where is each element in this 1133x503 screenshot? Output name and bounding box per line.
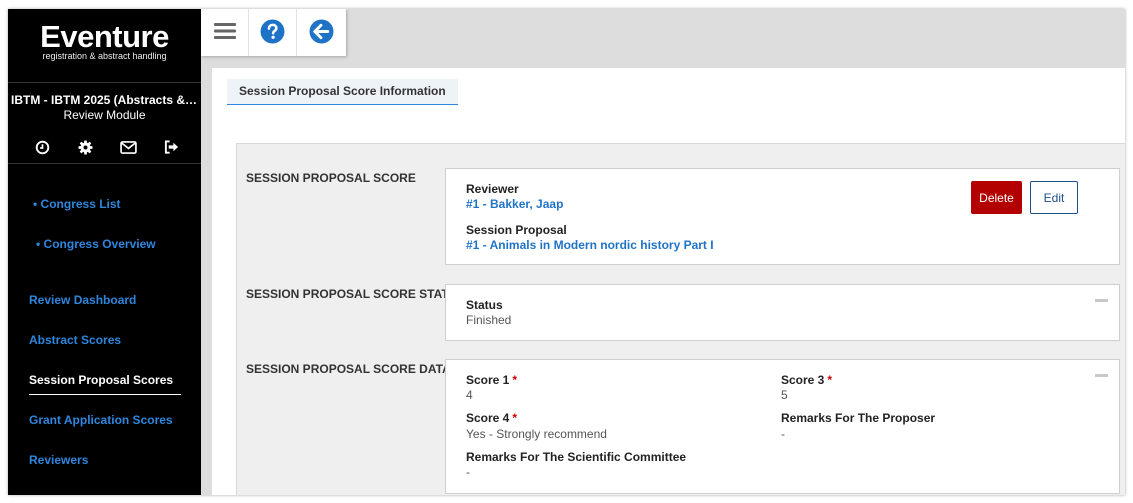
module-name: Review Module [63, 108, 146, 122]
sidebar-item-review-dashboard[interactable]: Review Dashboard [29, 293, 136, 307]
remarks-committee-label: Remarks For The Scientific Committee [466, 450, 687, 464]
back-button[interactable] [297, 9, 345, 56]
edit-button[interactable]: Edit [1030, 181, 1078, 214]
menu-icon [213, 22, 236, 43]
score-4-label-text: Score 4 [466, 411, 510, 425]
sign-out-icon[interactable] [162, 137, 182, 157]
sidebar: Eventure registration & abstract handlin… [8, 9, 201, 495]
logo-subtitle: registration & abstract handling [42, 51, 167, 61]
status-value: Finished [466, 313, 512, 327]
collapse-icon[interactable] [1095, 374, 1108, 377]
required-marker: * [827, 373, 833, 387]
score-3-label: Score 3 * [781, 373, 832, 387]
gear-icon[interactable] [75, 137, 95, 157]
sidebar-item-session-proposal-scores[interactable]: Session Proposal Scores [29, 373, 173, 387]
score-4-label: Score 4 * [466, 411, 517, 425]
logo-title: Eventure [40, 19, 169, 54]
menu-button[interactable] [201, 9, 249, 56]
section-label-status: SESSION PROPOSAL SCORE STATUS [246, 287, 466, 301]
remarks-proposer-value: - [781, 427, 785, 441]
active-indicator [29, 394, 181, 395]
score-1-label-text: Score 1 [466, 373, 510, 387]
app-window: Eventure registration & abstract handlin… [8, 9, 1125, 495]
score-1-value: 4 [466, 388, 473, 402]
divider [8, 82, 201, 83]
clock-icon[interactable] [32, 137, 52, 157]
sidebar-item-abstract-scores[interactable]: Abstract Scores [29, 333, 121, 347]
status-label: Status [466, 298, 503, 312]
required-marker: * [512, 411, 518, 425]
score-panel: Reviewer #1 - Bakker, Jaap Session Propo… [445, 168, 1120, 265]
reviewer-label: Reviewer [466, 182, 519, 196]
sidebar-link-congress-overview[interactable]: • Congress Overview [36, 237, 156, 251]
help-icon [260, 19, 285, 47]
score-3-label-text: Score 3 [781, 373, 825, 387]
help-button[interactable] [249, 9, 297, 56]
status-panel: Status Finished [445, 284, 1120, 341]
section-label-data: SESSION PROPOSAL SCORE DATA [246, 362, 451, 376]
remarks-proposer-label: Remarks For The Proposer [781, 411, 936, 425]
score-1-label: Score 1 * [466, 373, 517, 387]
back-arrow-icon [309, 19, 334, 47]
reviewer-link[interactable]: #1 - Bakker, Jaap [466, 197, 563, 211]
envelope-icon[interactable] [119, 137, 139, 157]
sidebar-link-congress-list[interactable]: • Congress List [33, 197, 121, 211]
delete-button[interactable]: Delete [971, 181, 1022, 214]
data-panel: Score 1 * 4 Score 3 * 5 Score 4 * Yes - Str… [445, 359, 1120, 494]
sidebar-item-reviewers[interactable]: Reviewers [29, 453, 88, 467]
details-area: SESSION PROPOSAL SCORE Reviewer #1 - Bak… [236, 143, 1125, 495]
divider [8, 163, 201, 164]
toolbar [201, 9, 346, 56]
tab-session-proposal-score-information[interactable]: Session Proposal Score Information [227, 79, 458, 105]
required-marker: * [512, 373, 518, 387]
session-proposal-label: Session Proposal [466, 223, 567, 237]
sidebar-item-grant-application-scores[interactable]: Grant Application Scores [29, 413, 173, 427]
main-content: Session Proposal Score Information SESSI… [212, 68, 1125, 495]
collapse-icon[interactable] [1095, 299, 1108, 302]
session-proposal-link[interactable]: #1 - Animals in Modern nordic history Pa… [466, 238, 714, 252]
section-label-score: SESSION PROPOSAL SCORE [246, 171, 416, 185]
score-4-value: Yes - Strongly recommend [466, 427, 607, 441]
remarks-committee-value: - [466, 465, 470, 479]
logo: Eventure registration & abstract handlin… [8, 19, 201, 62]
event-name: IBTM - IBTM 2025 (Abstracts & Par... [11, 93, 201, 107]
score-3-value: 5 [781, 388, 788, 402]
sidebar-quick-icons [32, 137, 182, 157]
